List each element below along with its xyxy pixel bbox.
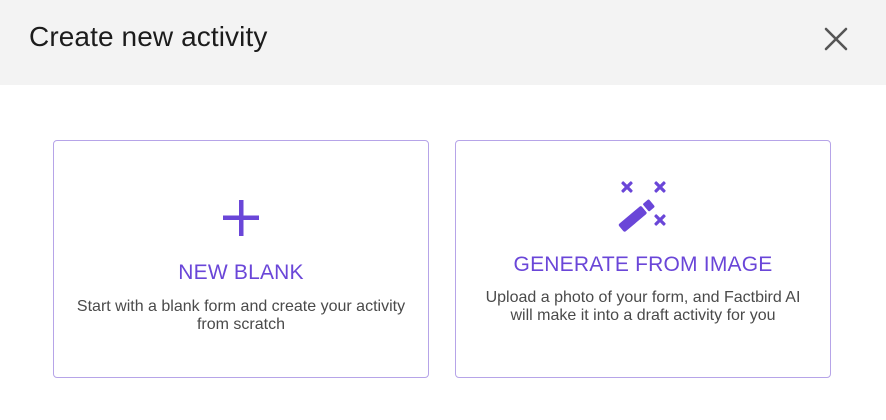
close-button[interactable]	[818, 21, 854, 57]
dialog-title: Create new activity	[29, 21, 268, 52]
close-icon	[824, 27, 848, 51]
generate-from-image-title: GENERATE FROM IMAGE	[513, 253, 773, 276]
new-blank-description: Start with a blank form and create your …	[76, 298, 406, 333]
magic-wand-icon	[611, 179, 675, 244]
generate-from-image-option[interactable]: GENERATE FROM IMAGE Upload a photo of yo…	[455, 140, 831, 378]
generate-from-image-description: Upload a photo of your form, and Factbir…	[485, 289, 801, 324]
new-blank-option[interactable]: NEW BLANK Start with a blank form and cr…	[53, 140, 429, 378]
new-blank-title: NEW BLANK	[178, 261, 304, 284]
dialog-header: Create new activity	[0, 0, 886, 85]
plus-icon	[221, 198, 261, 243]
